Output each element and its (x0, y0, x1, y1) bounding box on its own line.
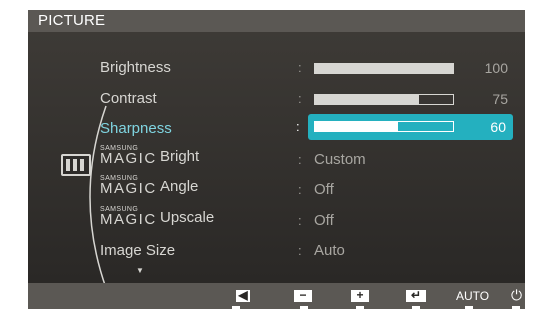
button-marker (300, 306, 308, 309)
osd-header: PICTURE (28, 10, 525, 32)
separator: : (296, 119, 300, 134)
button-marker (512, 306, 520, 309)
contrast-slider[interactable] (314, 94, 454, 105)
image-size-value: Auto (314, 242, 345, 259)
sharpness-slider[interactable] (314, 121, 454, 132)
left-arrow-icon[interactable]: ◀ (236, 288, 250, 302)
sharpness-slider-fill (315, 122, 398, 131)
enter-icon[interactable]: ↵ (406, 288, 426, 302)
power-icon[interactable]: ⏻ (511, 286, 522, 304)
separator: : (298, 91, 302, 106)
menu-item-magic-bright[interactable]: SAMSUNG MAGIC Bright (100, 145, 199, 167)
sharpness-selected-row[interactable]: : 60 (296, 114, 513, 140)
magic-angle-label: Angle (160, 178, 199, 195)
button-marker (356, 306, 364, 309)
osd-button-guide: ◀ − + ↵ AUTO ⏻ (28, 283, 525, 309)
menu-item-sharpness[interactable]: Sharpness (100, 120, 172, 138)
button-marker (412, 306, 420, 309)
scroll-down-icon[interactable]: ▼ (136, 267, 144, 275)
plus-icon[interactable]: + (351, 288, 369, 302)
menu-item-magic-angle[interactable]: SAMSUNG MAGIC Angle (100, 175, 198, 197)
separator: : (298, 152, 302, 167)
magic-upscale-label: Upscale (160, 209, 215, 226)
separator: : (298, 60, 302, 75)
picture-menu-icon (61, 154, 91, 176)
separator: : (298, 243, 302, 258)
magic-logo-text: MAGIC (100, 180, 157, 197)
magic-logo-text: MAGIC (100, 211, 157, 228)
sharpness-value: 60 (490, 119, 506, 135)
magic-upscale-value: Off (314, 212, 334, 229)
button-marker (232, 306, 240, 309)
brightness-slider-fill (315, 64, 453, 73)
menu-item-image-size[interactable]: Image Size (100, 242, 175, 260)
menu-title: PICTURE (38, 12, 106, 29)
osd-menu-body: Brightness : 100 Contrast : 75 Sharpness… (28, 32, 525, 289)
button-marker (465, 306, 473, 309)
contrast-value: 75 (492, 91, 508, 107)
separator: : (298, 182, 302, 197)
separator: : (298, 213, 302, 228)
minus-icon[interactable]: − (294, 288, 312, 302)
magic-bright-label: Bright (160, 148, 200, 165)
magic-logo-text: MAGIC (100, 150, 157, 167)
menu-item-brightness[interactable]: Brightness (100, 59, 171, 77)
magic-angle-value: Off (314, 181, 334, 198)
auto-button[interactable]: AUTO (456, 288, 489, 304)
brightness-value: 100 (484, 60, 508, 76)
contrast-slider-fill (315, 95, 419, 104)
magic-bright-value: Custom (314, 151, 366, 168)
menu-item-magic-upscale[interactable]: SAMSUNG MAGIC Upscale (100, 206, 214, 228)
monitor-osd: PICTURE Brightness : 100 Contrast : 75 S… (0, 0, 540, 315)
brightness-slider[interactable] (314, 63, 454, 74)
menu-item-contrast[interactable]: Contrast (100, 90, 157, 108)
